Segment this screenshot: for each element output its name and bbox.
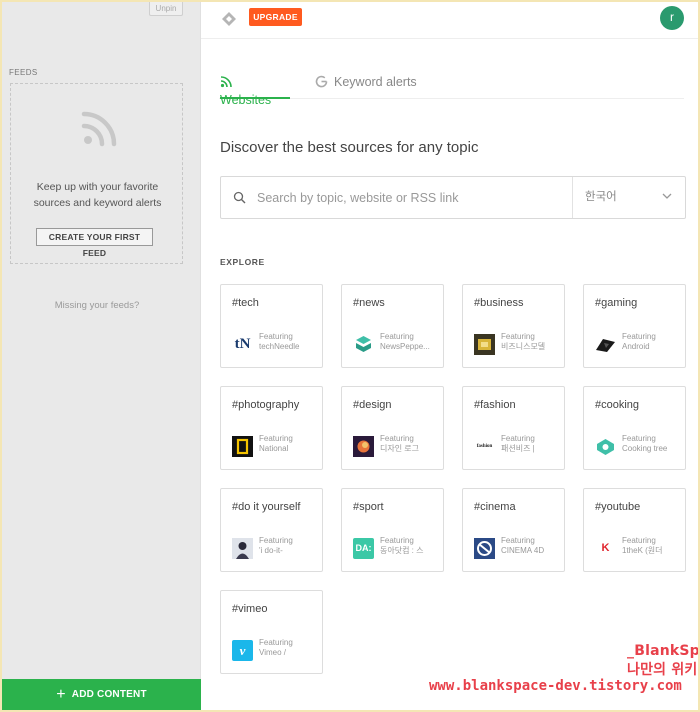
featuring-text: Featuring 디자인 로그 xyxy=(380,434,420,453)
featuring-text: Featuring 비즈니스모델 xyxy=(501,332,546,351)
add-content-button[interactable]: + ADD CONTENT xyxy=(2,679,201,710)
topic-tag: #tech xyxy=(232,297,259,309)
topic-tag: #photography xyxy=(232,399,300,411)
topic-tag: #gaming xyxy=(595,297,638,309)
topic-tag: #cooking xyxy=(595,399,640,411)
topic-tag: #cinema xyxy=(474,501,516,513)
source-logo xyxy=(353,436,374,457)
unpin-button[interactable]: Unpin xyxy=(149,2,183,16)
topic-tag: #youtube xyxy=(595,501,641,513)
featuring-text: Featuring 1theK (원더 xyxy=(622,536,663,555)
topic-card-design[interactable]: #design Featuring 디자인 로그 xyxy=(341,386,444,470)
source-logo xyxy=(353,334,374,355)
language-value: 한국어 xyxy=(585,191,617,203)
source-logo xyxy=(232,436,253,457)
featuring-text: Featuring NewsPeppe... xyxy=(380,332,430,351)
source-logo xyxy=(595,436,616,457)
page-title: Discover the best sources for any topic xyxy=(220,139,479,156)
topic-card-gaming[interactable]: #gaming Featuring Android xyxy=(583,284,686,368)
topic-card-sport[interactable]: #sport DA: Featuring 동아닷컴 : 스 xyxy=(341,488,444,572)
rss-icon xyxy=(220,76,232,88)
source-logo: v xyxy=(232,640,253,661)
topic-card-cooking[interactable]: #cooking Featuring Cooking tree xyxy=(583,386,686,470)
search-input[interactable] xyxy=(257,188,557,208)
featuring-text: Featuring National xyxy=(259,434,293,453)
watermark-url: www.blankspace-dev.tistory.com xyxy=(429,678,682,694)
feedly-logo-icon[interactable] xyxy=(220,10,238,28)
empty-feeds-box: Keep up with your favorite sources and k… xyxy=(10,83,183,264)
source-logo xyxy=(474,334,495,355)
featuring-text: Featuring Vimeo / xyxy=(259,638,293,657)
topic-card-business[interactable]: #business Featuring 비즈니스모델 xyxy=(462,284,565,368)
tab-websites[interactable]: Websites xyxy=(220,73,290,107)
featuring-text: Featuring Cooking tree xyxy=(622,434,668,453)
topic-card-news[interactable]: #news Featuring NewsPeppe... xyxy=(341,284,444,368)
search-icon xyxy=(233,191,246,204)
language-select[interactable]: 한국어 xyxy=(572,177,686,218)
tab-keyword-alerts-label: Keyword alerts xyxy=(334,75,417,89)
topic-tag: #design xyxy=(353,399,392,411)
avatar[interactable]: r xyxy=(660,6,684,30)
search-bar: 한국어 xyxy=(220,176,686,219)
featuring-text: Featuring Android xyxy=(622,332,656,351)
featuring-text: Featuring 동아닷컴 : 스 xyxy=(380,536,424,555)
explore-label: EXPLORE xyxy=(220,257,265,267)
add-content-label: ADD CONTENT xyxy=(71,689,147,700)
topic-tag: #fashion xyxy=(474,399,516,411)
featuring-text: Featuring CINEMA 4D xyxy=(501,536,545,555)
source-logo: K xyxy=(601,542,610,554)
topic-tag: #sport xyxy=(353,501,384,513)
app-window: Unpin FEEDS Keep up with your favorite s… xyxy=(2,2,698,710)
chevron-down-icon xyxy=(662,193,672,199)
topic-card-vimeo[interactable]: #vimeo v Featuring Vimeo / xyxy=(220,590,323,674)
missing-feeds-link[interactable]: Missing your feeds? xyxy=(2,300,192,311)
rss-icon xyxy=(81,111,117,147)
featuring-text: Featuring'i do-it- xyxy=(259,536,293,555)
sidebar: Unpin FEEDS Keep up with your favorite s… xyxy=(2,2,201,710)
topic-tag: #do it yourself xyxy=(232,501,301,513)
source-logo: fashion xyxy=(476,444,493,449)
upgrade-button[interactable]: UPGRADE xyxy=(249,8,302,26)
topic-card-cinema[interactable]: #cinema Featuring CINEMA 4D xyxy=(462,488,565,572)
tab-keyword-alerts[interactable]: Keyword alerts xyxy=(315,73,425,99)
topic-card-fashion[interactable]: #fashion fashion Featuring 패션비즈 | xyxy=(462,386,565,470)
source-logo xyxy=(474,538,495,559)
empty-feeds-message: Keep up with your favorite sources and k… xyxy=(33,181,162,209)
source-logo: tN xyxy=(234,336,251,352)
watermark-title: _BlankSpace 나만의 위키백과 xyxy=(627,643,698,678)
source-tabs: Websites Keyword alerts xyxy=(219,73,684,107)
topic-tag: #vimeo xyxy=(232,603,268,615)
source-logo xyxy=(595,334,616,355)
source-logo: DA: xyxy=(353,538,374,559)
top-bar: UPGRADE r xyxy=(201,2,698,39)
topic-tag: #news xyxy=(353,297,385,309)
topic-card-youtube[interactable]: #youtube K Featuring 1theK (원더 xyxy=(583,488,686,572)
create-first-feed-button[interactable]: CREATE YOUR FIRST FEED xyxy=(36,228,153,258)
topic-tag: #business xyxy=(474,297,524,309)
tab-websites-label: Websites xyxy=(220,93,272,107)
featuring-text: Featuring 패션비즈 | xyxy=(501,434,535,453)
featuring-text: Featuring techNeedle xyxy=(259,332,300,351)
source-logo xyxy=(232,538,253,559)
main-panel: UPGRADE r Websites Keyword alerts Discov… xyxy=(201,2,698,710)
plus-icon: + xyxy=(56,686,66,703)
topic-card-tech[interactable]: #tech tN Featuring techNeedle xyxy=(220,284,323,368)
topic-card-photography[interactable]: #photography Featuring National xyxy=(220,386,323,470)
topic-card-do-it-yourself[interactable]: #do it yourself Featuring'i do-it- xyxy=(220,488,323,572)
feeds-section-label: FEEDS xyxy=(9,68,38,77)
google-icon xyxy=(315,75,328,88)
